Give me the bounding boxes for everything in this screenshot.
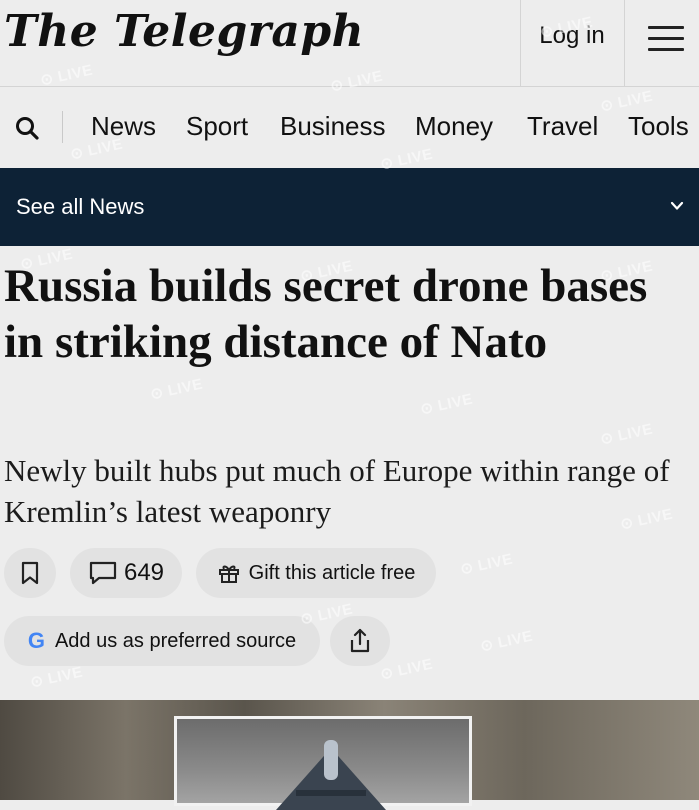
bookmark-icon xyxy=(21,561,39,585)
preferred-source-label: Add us as preferred source xyxy=(54,629,297,652)
search-icon[interactable] xyxy=(14,115,40,141)
preferred-source-button[interactable]: G Add us as preferred source xyxy=(4,616,320,666)
nav-item-tools[interactable]: Tools xyxy=(628,111,689,142)
live-watermark: ⊙ LIVE xyxy=(598,420,655,449)
live-watermark: ⊙ LIVE xyxy=(478,627,535,656)
comments-button[interactable]: 649 xyxy=(70,548,182,598)
section-nav: News Sport Business Money Travel Tools xyxy=(0,87,699,167)
live-watermark: ⊙ LIVE xyxy=(458,550,515,579)
comment-icon xyxy=(89,561,117,585)
share-icon xyxy=(350,628,370,653)
nav-item-news[interactable]: News xyxy=(91,111,156,142)
telegraph-logo[interactable]: The Telegraph xyxy=(4,6,364,57)
comments-count: 649 xyxy=(123,559,165,586)
live-watermark: ⊙ LIVE xyxy=(378,655,435,684)
site-header: The Telegraph Log in xyxy=(0,0,699,87)
nav-item-travel[interactable]: Travel xyxy=(527,111,598,142)
live-watermark: ⊙ LIVE xyxy=(418,390,475,419)
chevron-down-icon xyxy=(670,201,684,210)
live-watermark: ⊙ LIVE xyxy=(148,375,205,404)
see-all-news-bar[interactable]: See all News xyxy=(0,168,699,246)
header-divider xyxy=(624,0,625,86)
nav-divider xyxy=(62,111,63,143)
live-watermark: ⊙ LIVE xyxy=(28,663,85,692)
google-icon: G xyxy=(27,628,45,653)
nav-item-money[interactable]: Money xyxy=(415,111,493,142)
share-button[interactable] xyxy=(330,616,390,666)
nav-item-sport[interactable]: Sport xyxy=(186,111,248,142)
gift-article-button[interactable]: Gift this article free xyxy=(196,548,436,598)
article-standfirst: Newly built hubs put much of Europe with… xyxy=(4,453,670,529)
login-button[interactable]: Log in xyxy=(520,22,624,50)
see-all-news-label: See all News xyxy=(16,194,145,219)
gift-article-label: Gift this article free xyxy=(248,561,416,584)
article-headline: Russia builds secret drone bases in stri… xyxy=(4,260,648,368)
nav-item-business[interactable]: Business xyxy=(280,111,386,142)
bookmark-button[interactable] xyxy=(4,548,56,598)
hamburger-menu-icon[interactable] xyxy=(648,26,684,54)
gift-icon xyxy=(218,565,239,583)
